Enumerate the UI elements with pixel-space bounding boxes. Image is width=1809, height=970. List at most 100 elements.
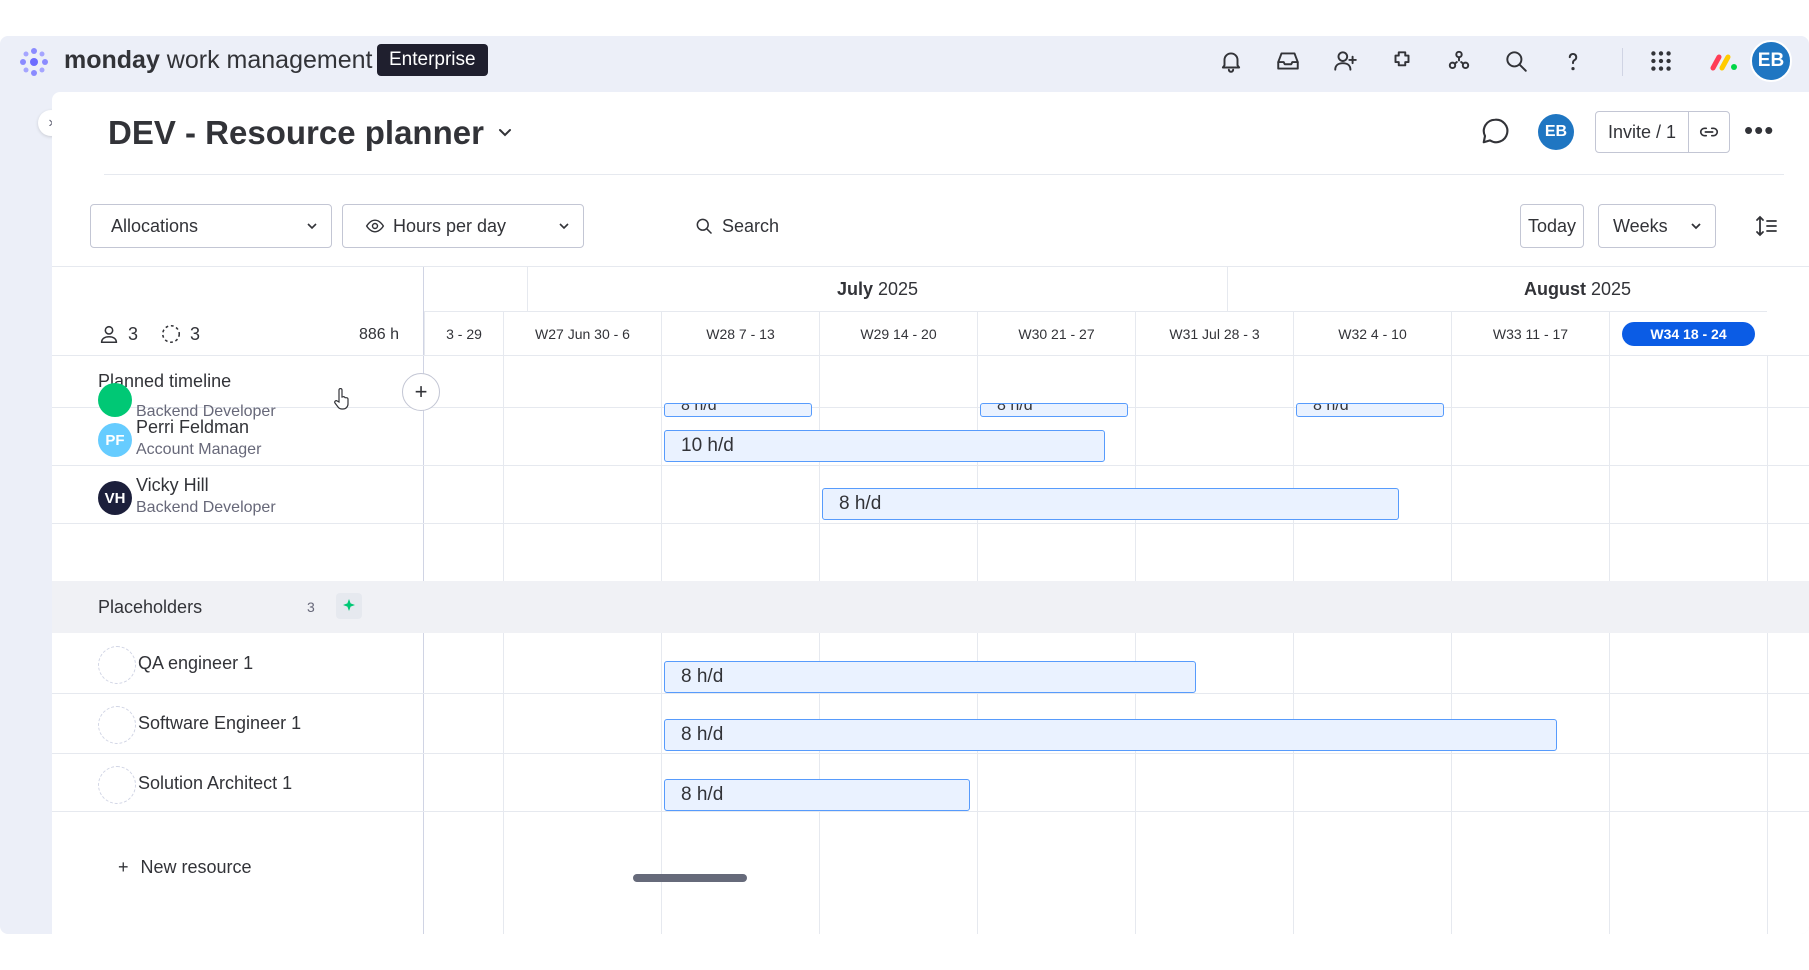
- allocation-bar[interactable]: 8 h/d: [664, 719, 1557, 751]
- scale-select[interactable]: Weeks: [1598, 204, 1716, 248]
- chevron-down-icon: [307, 223, 317, 230]
- add-placeholder-button[interactable]: [336, 593, 362, 619]
- grid-line: [1767, 355, 1768, 934]
- grid-line: [661, 355, 662, 934]
- chevron-down-icon: [559, 223, 569, 230]
- timeline: July 2025 August 2025 3 - 29 W27 Jun 30 …: [424, 267, 1809, 934]
- apps-grid-icon[interactable]: [1646, 46, 1676, 76]
- search-icon[interactable]: [1501, 46, 1531, 76]
- placeholder-icon: [161, 324, 181, 344]
- avatar: PF: [98, 423, 132, 457]
- week-header[interactable]: W31 Jul 28 - 3: [1135, 311, 1293, 355]
- copy-link-icon[interactable]: [1689, 112, 1729, 152]
- placeholders-band: [424, 581, 1809, 633]
- month-header: August 2025: [1227, 267, 1809, 311]
- topbar-divider: [1622, 48, 1623, 76]
- avatar: [98, 383, 132, 417]
- allocation-bar[interactable]: 8 h/d: [980, 403, 1128, 417]
- app-frame: monday work management Enterprise EB › D…: [0, 36, 1809, 934]
- week-header[interactable]: W29 14 - 20: [819, 311, 977, 355]
- inbox-icon[interactable]: [1273, 46, 1303, 76]
- placeholder-count: 3: [190, 323, 201, 344]
- today-button[interactable]: Today: [1520, 204, 1584, 248]
- allocation-bar[interactable]: 8 h/d: [822, 488, 1399, 520]
- search-icon: [696, 218, 713, 235]
- grid-line: [1293, 355, 1294, 934]
- resource-role: Backend Developer: [136, 499, 276, 516]
- board-member-avatar[interactable]: EB: [1538, 114, 1574, 150]
- grid-line: [424, 811, 1809, 812]
- month-header: July 2025: [527, 267, 1227, 311]
- grid-line: [424, 465, 1809, 466]
- week-header[interactable]: W28 7 - 13: [661, 311, 819, 355]
- grid-line: [52, 355, 424, 356]
- view-select[interactable]: Allocations: [90, 204, 332, 248]
- allocation-bar[interactable]: 10 h/d: [664, 430, 1105, 462]
- placeholders-count: 3: [307, 599, 315, 615]
- chevron-down-icon: [1691, 223, 1701, 230]
- week-header[interactable]: 3 - 29: [424, 311, 503, 355]
- horizontal-scrollbar[interactable]: [633, 874, 747, 882]
- updates-chat-icon[interactable]: [1480, 116, 1510, 146]
- week-header[interactable]: W33 11 - 17: [1451, 311, 1609, 355]
- eye-icon: [365, 219, 385, 233]
- top-bar: monday work management Enterprise EB: [0, 36, 1809, 92]
- add-planned-timeline-button[interactable]: +: [402, 373, 440, 411]
- grid-line: [1609, 355, 1610, 934]
- invite-members-icon[interactable]: [1330, 46, 1360, 76]
- chevron-down-icon[interactable]: [496, 124, 514, 142]
- invite-button[interactable]: Invite / 1: [1596, 112, 1690, 152]
- bell-icon[interactable]: [1216, 46, 1246, 76]
- help-icon[interactable]: [1558, 46, 1588, 76]
- placeholders-label: Placeholders: [98, 597, 203, 617]
- placeholder-avatar: [98, 706, 136, 744]
- resource-list: 3 3 886 h Planned timeline Backend Devel…: [52, 267, 424, 934]
- row-height-icon[interactable]: [1754, 213, 1780, 239]
- grid-line: [1451, 355, 1452, 934]
- resource-counts: 3 3: [98, 323, 200, 345]
- grid-line: [52, 753, 424, 754]
- grid-line: [52, 523, 424, 524]
- more-options-icon[interactable]: •••: [1744, 117, 1774, 143]
- current-week-pill: W34 18 - 24: [1622, 322, 1755, 346]
- plan-badge: Enterprise: [377, 44, 488, 76]
- avatar: VH: [98, 481, 132, 515]
- metric-select[interactable]: Hours per day: [342, 204, 584, 248]
- week-header[interactable]: W30 21 - 27: [977, 311, 1135, 355]
- integrations-icon[interactable]: [1444, 46, 1474, 76]
- placeholder-name: Software Engineer 1: [138, 713, 302, 733]
- hand-cursor-icon: [334, 388, 349, 410]
- user-avatar[interactable]: EB: [1750, 40, 1792, 82]
- allocation-bar[interactable]: 8 h/d: [664, 661, 1196, 693]
- invite-button-group: Invite / 1: [1595, 111, 1731, 153]
- header-divider: [104, 174, 1784, 175]
- allocation-bar[interactable]: 8 h/d: [664, 779, 970, 811]
- person-icon: [100, 325, 118, 344]
- sparkle-icon: [343, 599, 355, 611]
- total-hours: 886 h: [359, 326, 400, 343]
- placeholder-name: Solution Architect 1: [138, 773, 293, 793]
- monday-mark-icon: [1710, 54, 1737, 71]
- plus-icon: +: [118, 857, 129, 877]
- new-resource-button[interactable]: + New resource: [118, 857, 252, 878]
- resource-name: Perri Feldman: [136, 417, 250, 437]
- monday-logo-icon[interactable]: [16, 44, 52, 80]
- week-header-current[interactable]: W34 18 - 24: [1609, 311, 1767, 355]
- apps-icon[interactable]: [1387, 46, 1417, 76]
- page-title[interactable]: DEV - Resource planner: [108, 114, 484, 152]
- grid-line: [503, 355, 504, 934]
- allocation-bar[interactable]: 8 h/d: [1296, 403, 1444, 417]
- resource-role: Account Manager: [136, 441, 262, 458]
- grid-line: [424, 753, 1809, 754]
- grid-line: [424, 523, 1809, 524]
- people-count: 3: [128, 323, 139, 344]
- resource-grid: July 2025 August 2025 3 - 29 W27 Jun 30 …: [52, 266, 1809, 934]
- allocation-bar[interactable]: 8 h/d: [664, 403, 812, 417]
- resource-name: Vicky Hill: [136, 475, 209, 495]
- placeholder-avatar: [98, 646, 136, 684]
- placeholder-name: QA engineer 1: [138, 653, 254, 673]
- week-header[interactable]: W27 Jun 30 - 6: [503, 311, 661, 355]
- search-button[interactable]: Search: [694, 210, 779, 242]
- week-header[interactable]: W32 4 - 10: [1293, 311, 1451, 355]
- grid-line: [424, 355, 1809, 356]
